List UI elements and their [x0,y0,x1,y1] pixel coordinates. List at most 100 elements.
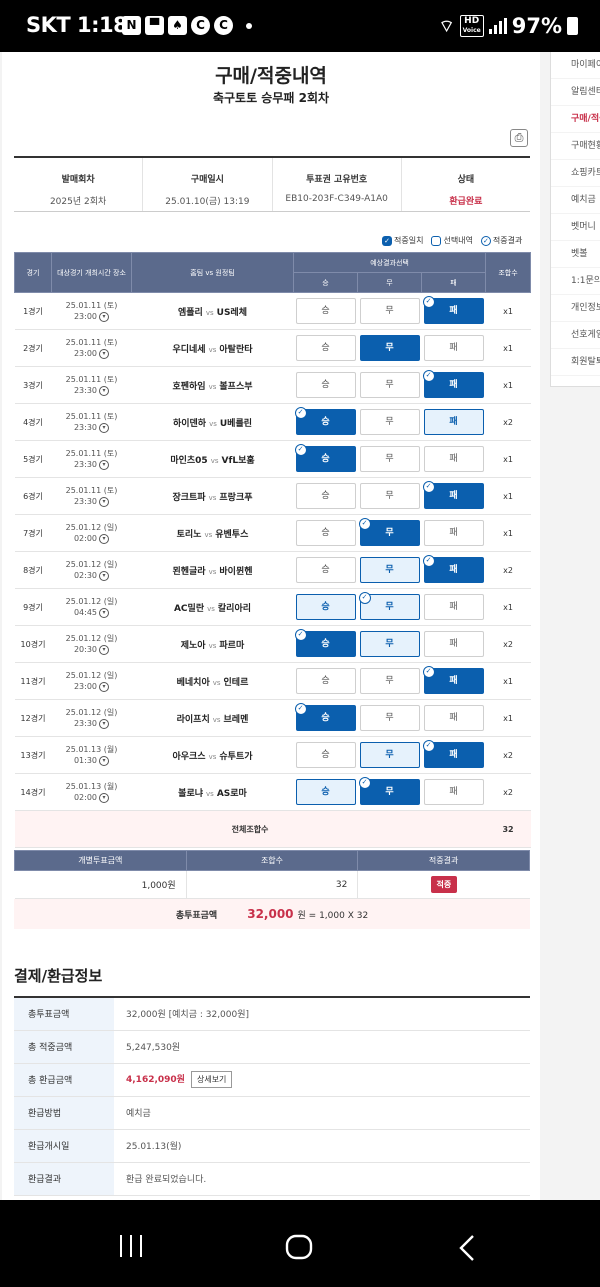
game-number: 7경기 [14,514,52,552]
home-team: 장크트파 [172,492,206,503]
home-team: 제노아 [180,640,206,651]
gallery-notification-icon: ▀ [145,16,164,35]
away-team: 인테르 [223,677,249,688]
home-icon[interactable] [285,1234,313,1260]
pick-lose: 패 [423,705,484,731]
pick-win: 승 [295,335,356,361]
location-pin-icon[interactable]: ▾ [99,755,110,766]
side-menu-item[interactable]: 구매/적중내역 [551,106,600,133]
print-button[interactable]: ⎙ [510,129,528,147]
hit-badge: 적중 [430,876,458,893]
vs-label: vs [208,493,217,502]
location-pin-icon[interactable]: ▾ [99,385,110,396]
col-lose: 패 [420,272,487,293]
vs-label: vs [205,308,214,317]
location-pin-icon[interactable]: ▾ [99,681,110,692]
pick-lose: 패 [423,520,484,546]
side-menu-item[interactable]: 벳볼 [551,241,600,268]
pick-draw: 무 [359,631,420,657]
side-menu-item[interactable]: 선호게임 [551,322,600,349]
side-menu-item[interactable]: 벳머니 [551,214,600,241]
pick-draw: 무 [359,668,420,694]
c-app-notification-icon-2: C [214,16,233,35]
side-menu-item[interactable]: 마이페이지 [551,52,600,79]
away-team: US레체 [216,307,247,318]
combo-count: x1 [485,477,531,515]
home-team: 아우크스 [172,751,206,762]
combo-count: x1 [485,588,531,626]
game-time: 02:30 [73,571,98,580]
side-menu: 마이페이지알림센터구매/적중내역구매현황쇼핑카트예치금벳머니벳볼1:1문의개인정… [550,52,600,387]
combo-count: x1 [485,366,531,404]
game-row: 8경기 25.01.12 (일) 02:30▾ 묀헨글라vs바이뮌헨 승무패x2 [14,551,531,589]
notification-icons: N ▀ ♠ C C [122,16,252,35]
pick-draw: 무 [359,742,420,768]
payment-label: 환급방법 [14,1096,114,1130]
location-pin-icon[interactable]: ▾ [99,533,110,544]
side-menu-item[interactable]: 예치금 [551,187,600,214]
home-team: 하이덴하 [172,418,207,429]
game-table: 경기 대상경기 개최시간 장소 홈팀 vs 원정팀 예상결과선택 조합수 승 무… [14,252,532,848]
location-pin-icon[interactable]: ▾ [99,570,110,581]
game-row: 6경기 25.01.11 (토) 23:30▾ 장크트파vs프랑크푸 승무패x1 [14,477,531,515]
battery-level: 97% [511,14,562,38]
vs-label: vs [208,345,217,354]
game-time: 23:00 [73,682,98,691]
payment-table: 총투표금액 32,000원 [예치금 : 32,000원] 총 적중금액 5,247,… [14,996,530,1196]
payment-label: 환급결과 [14,1162,114,1196]
location-pin-icon[interactable]: ▾ [99,718,110,729]
side-menu-item[interactable]: 개인정보 [551,295,600,322]
pick-draw: 무 [359,298,420,324]
game-row: 11경기 25.01.12 (일) 23:00▾ 베네치아vs인테르 승무패x1 [14,662,531,700]
combo-count: x2 [485,736,531,774]
home-team: 토리노 [176,529,202,540]
printer-icon: ⎙ [514,131,524,144]
payment-label: 총 환급금액 [14,1063,114,1097]
vs-label: vs [208,382,217,391]
location-pin-icon[interactable]: ▾ [99,792,110,803]
game-time: 23:00 [73,349,98,358]
location-pin-icon[interactable]: ▾ [99,459,110,470]
game-time: 23:00 [73,312,98,321]
side-menu-item[interactable]: 쇼핑카트 [551,160,600,187]
pick-lose: 패 [423,335,484,361]
info-status: 상태 환급완료 [400,158,530,211]
ticket-amount: 1,000원 [14,870,187,899]
total-combo-row: 전체조합수 32 [14,810,531,848]
check-circle-icon: ✓ [480,235,491,246]
naver-notification-icon: N [122,16,141,35]
game-number: 1경기 [14,292,52,330]
game-row: 5경기 25.01.11 (토) 23:30▾ 마인츠05vsVfL보훔 승무패x1 [14,440,531,478]
status-time: SKT 1:18 [26,13,128,37]
detail-button[interactable]: 상세보기 [190,1071,233,1088]
game-number: 12경기 [14,699,52,737]
side-menu-item[interactable]: 알림센터 [551,79,600,106]
pick-draw: 무 [359,557,420,583]
away-team: AS로마 [216,788,247,799]
payment-value: 환급 완료되었습니다. [126,1175,207,1185]
side-menu-item[interactable]: 구매현황 [551,133,600,160]
game-number: 10경기 [14,625,52,663]
location-pin-icon[interactable]: ▾ [99,311,110,322]
recent-apps-icon[interactable] [118,1234,144,1258]
side-menu-item[interactable]: 1:1문의 [551,268,600,295]
home-team: 볼로냐 [178,788,204,799]
away-team: 프랑크푸 [219,492,253,503]
pick-win: 승 [295,594,356,620]
game-row: 10경기 25.01.12 (일) 20:30▾ 제노아vs파르마 승무패x2 [14,625,531,663]
location-pin-icon[interactable]: ▾ [99,607,110,618]
location-pin-icon[interactable]: ▾ [99,644,110,655]
legend-hit: ✓ 적중일치 [382,235,423,246]
location-pin-icon[interactable]: ▾ [99,422,110,433]
back-icon[interactable] [458,1234,476,1262]
pick-lose: 패 [422,296,484,324]
location-pin-icon[interactable]: ▾ [99,496,110,507]
away-team: 슈투트가 [219,751,253,762]
payment-row: 환급개시일 25.01.13(월) [14,1129,530,1163]
ticket-table: 개별투표금액 조합수 적중결과 1,000원 32 적중 [14,850,530,899]
payment-row: 총 환급금액 4,162,090원 상세보기 [14,1063,530,1097]
pick-win: 승 [295,372,356,398]
location-pin-icon[interactable]: ▾ [99,348,110,359]
side-menu-item[interactable]: 회원탈퇴 [551,349,600,376]
status-bar: SKT 1:18 N ▀ ♠ C C ⌔ HD Voice 97% [0,0,600,52]
